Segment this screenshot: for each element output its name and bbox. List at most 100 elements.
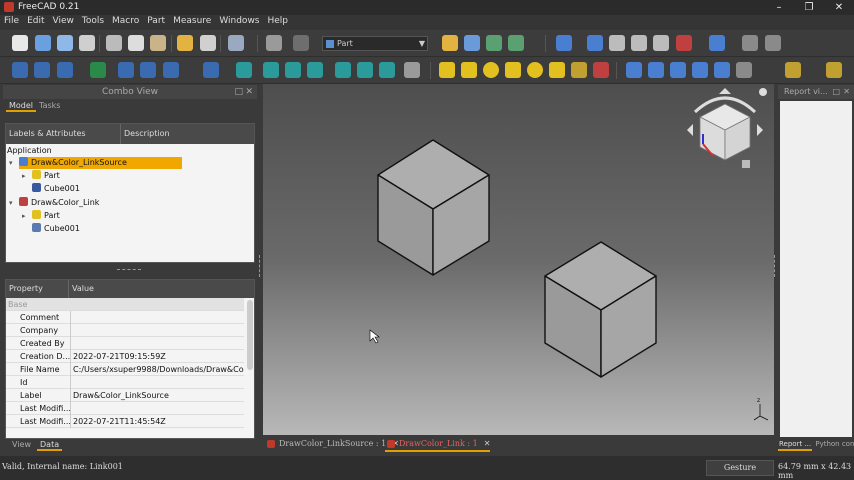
shape-builder-icon[interactable] (593, 62, 609, 78)
property-row[interactable]: Creation D... 2022-07-21T09:15:59Z (6, 350, 244, 363)
sync-view-icon[interactable] (163, 62, 179, 78)
chamfer-icon[interactable] (714, 62, 730, 78)
collapse-arrow-icon[interactable]: ▸ (22, 172, 26, 180)
property-value[interactable] (70, 402, 244, 415)
tab-report[interactable]: Report ... (778, 439, 813, 451)
save-icon[interactable] (57, 35, 73, 51)
left-splitter[interactable] (259, 255, 261, 277)
menu-measure[interactable]: Measure (169, 15, 215, 27)
menu-help[interactable]: Help (264, 15, 293, 27)
close-tab-icon[interactable]: ✕ (484, 439, 491, 448)
menu-view[interactable]: View (49, 15, 78, 27)
property-value[interactable] (70, 324, 244, 337)
property-row[interactable]: Id (6, 376, 244, 389)
tree-item-cube-link[interactable]: Cube001 (32, 223, 80, 235)
property-row[interactable]: Company (6, 324, 244, 337)
new-document-icon[interactable] (12, 35, 28, 51)
property-row[interactable]: Comment (6, 311, 244, 324)
cone-icon[interactable] (505, 62, 521, 78)
link-actions-icon[interactable] (508, 35, 524, 51)
maximize-button[interactable]: ❐ (794, 0, 824, 15)
cube-link[interactable] (544, 241, 657, 378)
whats-this-icon[interactable] (293, 35, 309, 51)
doc-tab-link[interactable]: DrawColor_Link : 1 ✕ (385, 436, 491, 452)
tree-item-part[interactable]: Part (32, 170, 60, 182)
cut-icon[interactable] (106, 35, 122, 51)
link-icon[interactable] (486, 35, 502, 51)
expand-arrow-icon[interactable]: ▾ (9, 159, 13, 167)
3d-viewport[interactable]: z (263, 84, 774, 435)
navigation-cube[interactable] (687, 88, 767, 168)
menu-part[interactable]: Part (143, 15, 169, 27)
tree-header-labels[interactable]: Labels & Attributes (9, 129, 86, 138)
property-value[interactable]: C:/Users/xsuper9988/Downloads/Draw&Color… (70, 363, 244, 376)
tab-model[interactable]: Model (6, 101, 37, 112)
collapse-arrow-icon[interactable]: ▸ (22, 212, 26, 220)
forward-arrow-icon[interactable] (140, 62, 156, 78)
property-row[interactable]: File Name C:/Users/xsuper9988/Downloads/D… (6, 363, 244, 376)
rear-view-icon[interactable] (307, 62, 323, 78)
bounding-box-icon[interactable] (90, 62, 106, 78)
group-icon[interactable] (464, 35, 480, 51)
tab-view[interactable]: View (9, 440, 34, 449)
front-view-icon[interactable] (236, 62, 252, 78)
revolve-icon[interactable] (648, 62, 664, 78)
fillet-icon[interactable] (692, 62, 708, 78)
cut-shape-icon[interactable] (609, 35, 625, 51)
box-icon[interactable] (439, 62, 455, 78)
std-view-icon[interactable] (556, 35, 572, 51)
minimize-button[interactable]: – (764, 0, 794, 15)
mirror-icon[interactable] (670, 62, 686, 78)
tree-item-link[interactable]: Draw&Color_Link (19, 197, 99, 209)
property-header-value[interactable]: Value (72, 284, 94, 293)
property-scrollbar[interactable] (247, 300, 253, 370)
print-icon[interactable] (79, 35, 95, 51)
open-icon[interactable] (35, 35, 51, 51)
property-value[interactable]: 2022-07-21T09:15:59Z (70, 350, 244, 363)
property-value[interactable] (70, 311, 244, 324)
measure-icon[interactable] (785, 62, 801, 78)
property-group-base[interactable]: Base (6, 298, 244, 311)
part-container-icon[interactable] (442, 35, 458, 51)
menu-edit[interactable]: Edit (23, 15, 48, 27)
compound-icon[interactable] (765, 35, 781, 51)
bottom-view-icon[interactable] (335, 62, 351, 78)
sphere-icon[interactable] (483, 62, 499, 78)
refresh-icon[interactable] (266, 35, 282, 51)
fit-all-icon[interactable] (12, 62, 28, 78)
top-view-icon[interactable] (263, 62, 279, 78)
menu-windows[interactable]: Windows (215, 15, 263, 27)
splitter-handle[interactable] (117, 269, 141, 271)
property-value[interactable]: Draw&Color_LinkSource (70, 389, 244, 402)
macro-icon[interactable] (228, 35, 244, 51)
offset-icon[interactable] (736, 62, 752, 78)
isometric-view-icon[interactable] (203, 62, 219, 78)
navigation-style-button[interactable]: Gesture (706, 460, 774, 476)
join-icon[interactable] (709, 35, 725, 51)
boolean-icon[interactable] (587, 35, 603, 51)
tree-header-description[interactable]: Description (124, 129, 170, 138)
float-icon[interactable]: □ (234, 85, 243, 99)
close-icon[interactable]: ✕ (843, 85, 850, 99)
tube-icon[interactable] (549, 62, 565, 78)
fit-selection-icon[interactable] (34, 62, 50, 78)
close-icon[interactable]: ✕ (245, 85, 253, 99)
back-arrow-icon[interactable] (118, 62, 134, 78)
property-value[interactable] (70, 337, 244, 350)
menu-file[interactable]: File (0, 15, 23, 27)
tab-tasks[interactable]: Tasks (36, 101, 63, 110)
float-icon[interactable]: □ (832, 85, 840, 99)
right-splitter[interactable] (774, 255, 776, 277)
property-row[interactable]: Label Draw&Color_LinkSource (6, 389, 244, 402)
property-value[interactable] (70, 376, 244, 389)
copy-icon[interactable] (128, 35, 144, 51)
tab-python-console[interactable]: Python con... (814, 439, 854, 449)
paste-icon[interactable] (150, 35, 166, 51)
tree-item-part-link[interactable]: Part (32, 210, 60, 222)
undo-icon[interactable] (177, 35, 193, 51)
tree-root-application[interactable]: Application (7, 145, 52, 157)
menu-macro[interactable]: Macro (108, 15, 143, 27)
redo-icon[interactable] (200, 35, 216, 51)
right-view-icon[interactable] (285, 62, 301, 78)
split-icon[interactable] (742, 35, 758, 51)
